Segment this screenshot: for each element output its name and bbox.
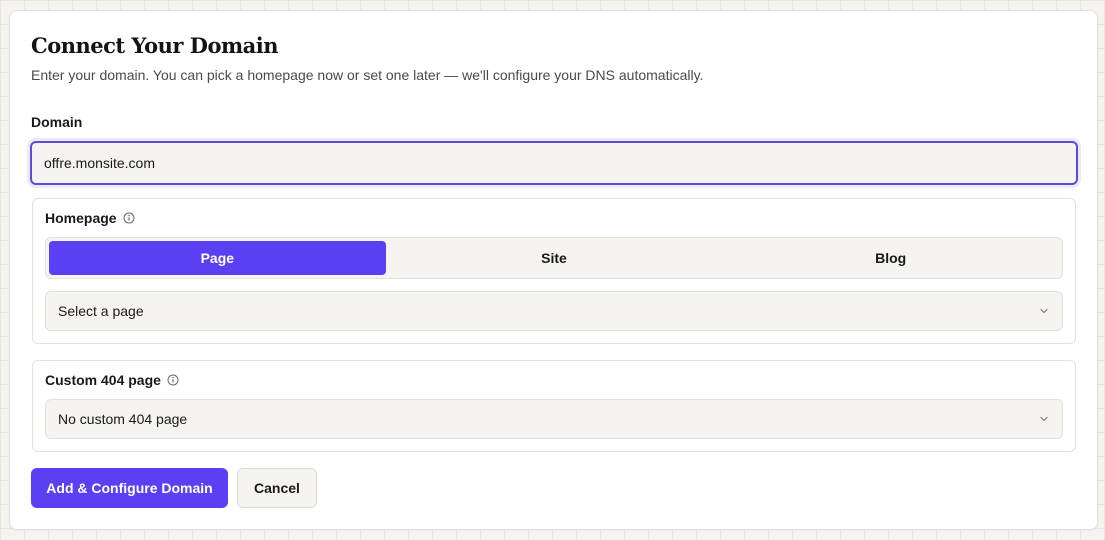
homepage-option-site[interactable]: Site bbox=[386, 241, 723, 275]
homepage-label: Homepage bbox=[45, 210, 117, 226]
homepage-type-toggle: Page Site Blog bbox=[45, 237, 1063, 279]
connect-domain-dialog: Connect Your Domain Enter your domain. Y… bbox=[9, 10, 1098, 530]
chevron-down-icon bbox=[1038, 413, 1050, 425]
info-icon[interactable] bbox=[123, 212, 135, 224]
domain-input[interactable] bbox=[30, 141, 1078, 185]
custom-404-label-row: Custom 404 page bbox=[45, 372, 179, 388]
chevron-down-icon bbox=[1038, 305, 1050, 317]
domain-label: Domain bbox=[31, 114, 83, 130]
custom-404-select-value: No custom 404 page bbox=[58, 411, 188, 427]
homepage-label-row: Homepage bbox=[45, 210, 135, 226]
page-select-value: Select a page bbox=[58, 303, 144, 319]
info-icon[interactable] bbox=[167, 374, 179, 386]
custom-404-label: Custom 404 page bbox=[45, 372, 161, 388]
homepage-section: Homepage Page Site Blog Select a page bbox=[32, 198, 1076, 344]
homepage-option-page[interactable]: Page bbox=[49, 241, 386, 275]
dialog-subtitle: Enter your domain. You can pick a homepa… bbox=[31, 67, 704, 83]
dialog-title: Connect Your Domain bbox=[31, 33, 279, 58]
page-select[interactable]: Select a page bbox=[45, 291, 1063, 331]
custom-404-select[interactable]: No custom 404 page bbox=[45, 399, 1063, 439]
homepage-option-blog[interactable]: Blog bbox=[722, 241, 1059, 275]
add-configure-domain-button[interactable]: Add & Configure Domain bbox=[31, 468, 228, 508]
cancel-button[interactable]: Cancel bbox=[237, 468, 317, 508]
custom-404-section: Custom 404 page No custom 404 page bbox=[32, 360, 1076, 452]
